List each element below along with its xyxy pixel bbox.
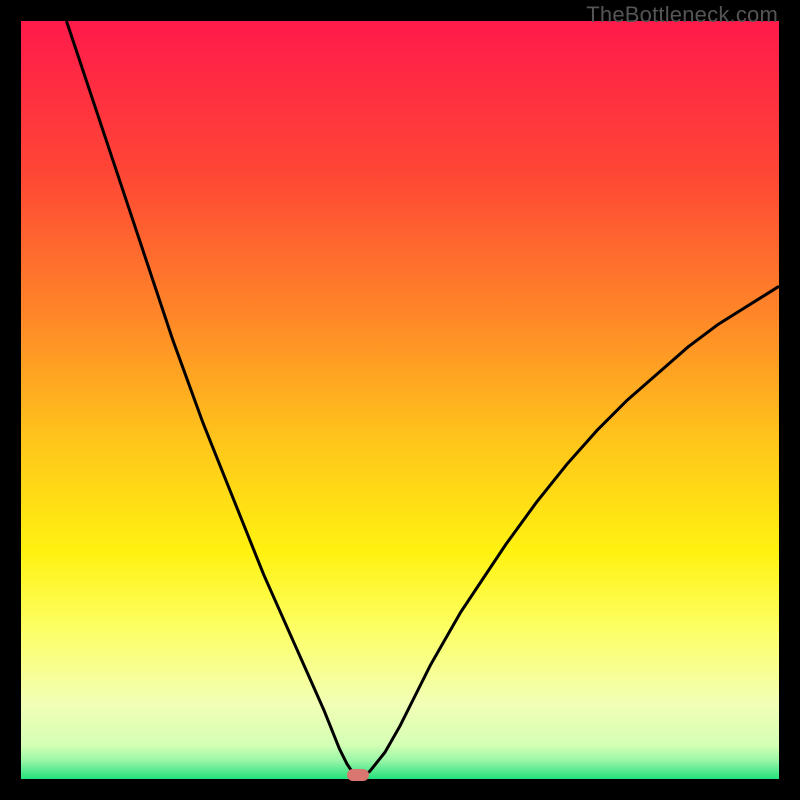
bottleneck-chart [21, 21, 779, 779]
chart-frame [21, 21, 779, 779]
watermark-text: TheBottleneck.com [586, 2, 778, 28]
optimal-point-marker [347, 769, 369, 781]
chart-background [21, 21, 779, 779]
